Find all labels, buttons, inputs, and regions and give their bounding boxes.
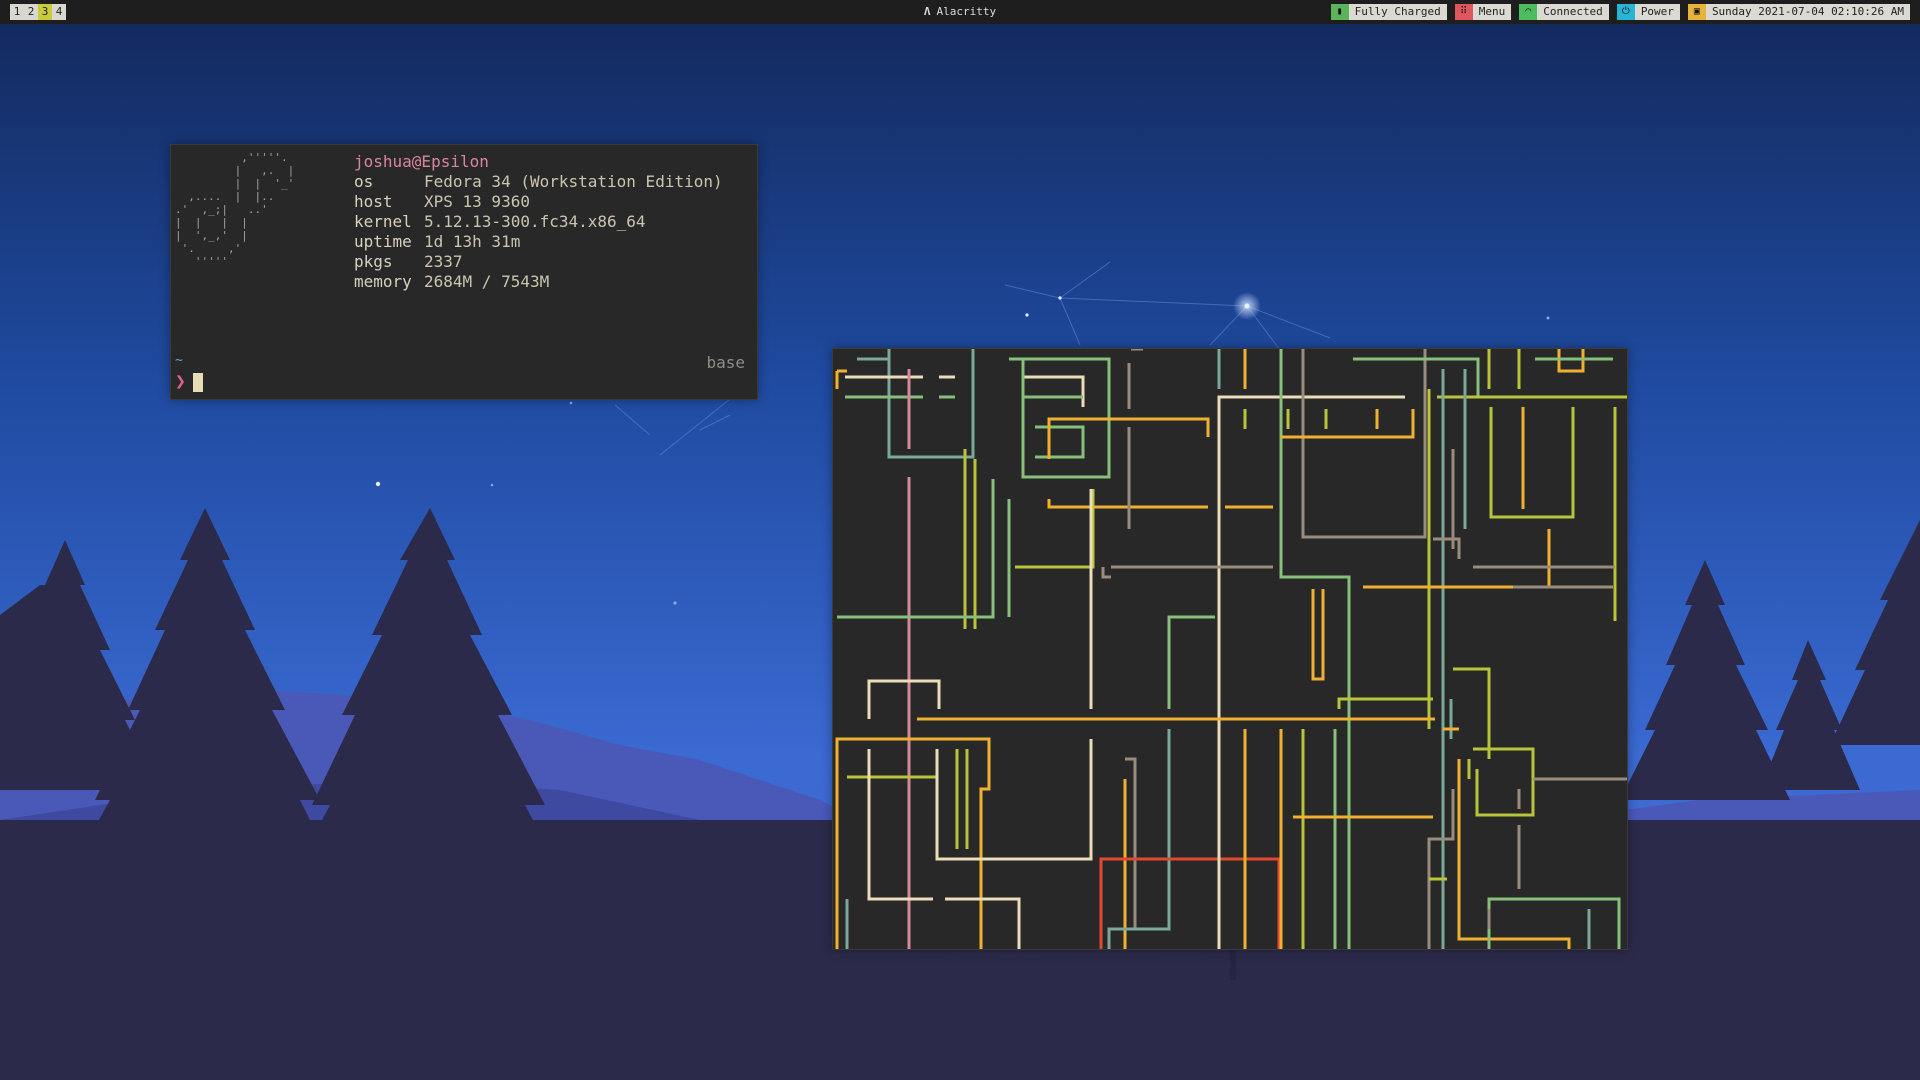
prompt-symbol: ❯ [175,371,186,392]
network-module[interactable]: ◠ Connected [1519,4,1609,20]
battery-label: Fully Charged [1348,4,1447,20]
terminal-window-fetch[interactable]: ,'''''. | ,. | | | '_' ,.... | |.. .' ,_… [170,144,758,400]
wifi-icon: ◠ [1519,4,1538,20]
clock-label: Sunday 2021-07-04 02:10:26 AM [1705,4,1910,20]
grid-icon: ⠿ [1454,4,1473,20]
clock-module[interactable]: ▣ Sunday 2021-07-04 02:10:26 AM [1687,4,1910,20]
info-key: kernel [354,212,412,231]
arch-logo-icon: Λ [923,5,931,18]
pipe-segment [1099,857,1281,949]
pipe-segment [1311,589,1325,681]
terminal-window-pipes[interactable] [832,348,1628,950]
window-title-text: Alacritty [936,5,997,18]
pipe-segment [1337,697,1433,709]
pipe-segment [1353,357,1480,397]
battery-module[interactable]: ▮ Fully Charged [1330,4,1447,20]
status-modules: ▮ Fully Charged ⠿ Menu ◠ Connected ⏻ Pow… [1330,4,1910,20]
pipe-segment [867,749,933,901]
info-row-memory: memory 2684M / 7543M [354,272,723,292]
pipe-segment [1279,349,1351,949]
pipe-segment [1453,667,1491,759]
info-value: 1d 13h 31m [424,232,521,251]
conda-env-label: base [706,353,745,372]
info-value: 2337 [424,252,463,271]
info-value: Fedora 34 (Workstation Edition) [424,172,723,191]
pipes-animation [835,349,1627,949]
pipe-segment [935,739,1093,861]
pipe-segment [1427,789,1455,949]
pipe-segment [1167,615,1215,709]
power-label: Power [1634,4,1680,20]
info-row-pkgs: pkgs 2337 [354,252,723,272]
pipe-segment [1107,729,1171,949]
info-row-host: host XPS 13 9360 [354,192,723,212]
info-key: memory [354,272,412,291]
info-row-os: os Fedora 34 (Workstation Edition) [354,172,723,192]
info-key: os [354,172,374,191]
pipe-segment [1015,489,1095,569]
pipe-segment [1281,409,1415,439]
pipe-segment [1301,349,1427,539]
pipe-segment [1473,747,1535,817]
info-value: 5.12.13-300.fc34.x86_64 [424,212,646,231]
fedora-ascii-logo: ,'''''. | ,. | | | '_' ,.... | |.. .' ,_… [175,151,295,268]
pipe-segment [867,679,941,719]
pipe-segment [1433,537,1461,559]
network-label: Connected [1537,4,1609,20]
pipe-segment [837,479,995,619]
pipe-segment [1489,407,1575,519]
calendar-icon: ▣ [1687,4,1706,20]
text-cursor[interactable] [193,373,203,392]
info-value: XPS 13 9360 [424,192,530,211]
info-value: 2684M / 7543M [424,272,550,291]
info-row-kernel: kernel 5.12.13-300.fc34.x86_64 [354,212,723,232]
pipe-segment [1101,567,1111,579]
pipe-segment [1035,425,1085,459]
battery-icon: ▮ [1330,4,1349,20]
info-key: pkgs [354,252,393,271]
pipe-segment [1023,375,1085,407]
power-icon: ⏻ [1616,4,1635,20]
power-module[interactable]: ⏻ Power [1616,4,1680,20]
info-key: host [354,192,393,211]
pipe-segment [887,349,975,459]
info-key: uptime [354,232,412,251]
prompt-directory: ~ [175,353,183,368]
pipe-segment [835,369,847,389]
info-row-uptime: uptime 1d 13h 31m [354,232,723,252]
user-host: joshua@Epsilon [354,152,489,171]
menu-label: Menu [1472,4,1512,20]
system-info: joshua@Epsilon os Fedora 34 (Workstation … [354,152,723,292]
pipe-segment [1127,349,1143,409]
top-status-bar: 1234 Λ Alacritty ▮ Fully Charged ⠿ Menu ◠… [0,0,1920,24]
pipe-segment [1487,897,1621,949]
menu-module[interactable]: ⠿ Menu [1454,4,1512,20]
